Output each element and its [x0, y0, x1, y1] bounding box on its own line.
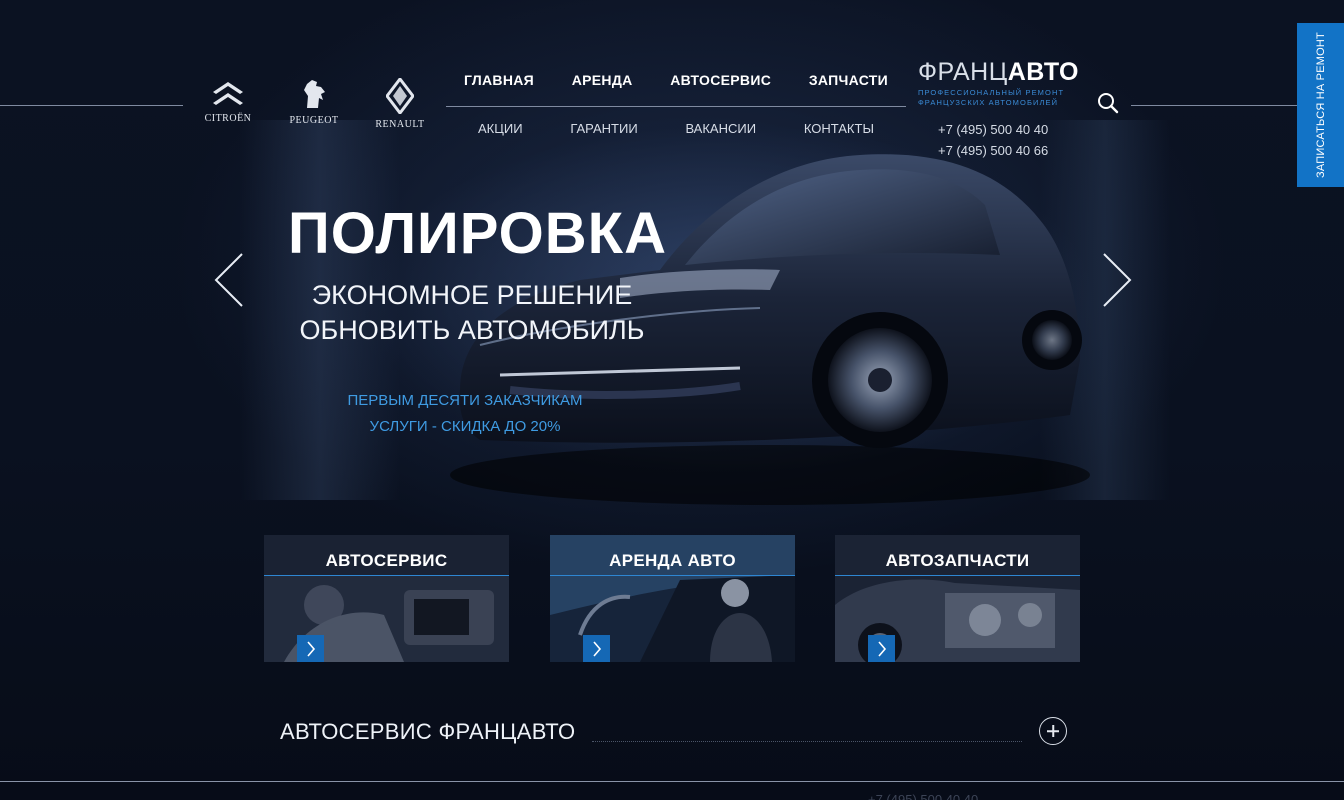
card-arrow-button[interactable]	[297, 635, 324, 662]
card-parts[interactable]: АВТОЗАПЧАСТИ	[835, 535, 1080, 662]
card-rental[interactable]: АРЕНДА АВТО	[550, 535, 795, 662]
main-nav: ГЛАВНАЯ АРЕНДА АВТОСЕРВИС ЗАПЧАСТИ	[446, 72, 906, 88]
hero-subtitle: ЭКОНОМНОЕ РЕШЕНИЕ ОБНОВИТЬ АВТОМОБИЛЬ	[272, 278, 672, 348]
logo-title: ФРАНЦАВТО	[918, 58, 1083, 86]
renault-diamond-icon	[386, 78, 414, 114]
section-title: АВТОСЕРВИС ФРАНЦАВТО	[280, 719, 576, 744]
brand-name: PEUGEOT	[289, 115, 339, 126]
slider-prev-arrow-icon[interactable]	[212, 252, 246, 308]
nav-rental-link[interactable]: АРЕНДА	[572, 72, 633, 88]
logo-title-light: ФРАНЦ	[918, 58, 1008, 86]
card-service[interactable]: АВТОСЕРВИС	[264, 535, 509, 662]
hero-promo-line: УСЛУГИ - СКИДКА ДО 20%	[369, 418, 561, 435]
chevron-right-icon	[306, 640, 315, 657]
card-title: АВТОСЕРВИС	[325, 551, 448, 570]
hero-subtitle-line: ЭКОНОМНОЕ РЕШЕНИЕ	[311, 280, 633, 310]
card-title: АВТОЗАПЧАСТИ	[885, 551, 1030, 570]
hero-subtitle-line: ОБНОВИТЬ АВТОМОБИЛЬ	[299, 315, 645, 345]
search-icon[interactable]	[1097, 92, 1119, 114]
nav-warranty-link[interactable]: ГАРАНТИИ	[570, 121, 637, 136]
peugeot-logo[interactable]: PEUGEOT	[282, 78, 346, 130]
chevron-right-icon	[592, 640, 601, 657]
site-logo[interactable]: ФРАНЦАВТО ПРОФЕССИОНАЛЬНЫЙ РЕМОНТ ФРАНЦУ…	[918, 58, 1083, 108]
brand-name: RENAULT	[375, 119, 425, 130]
footer-divider	[0, 781, 1344, 782]
card-title-rule	[835, 575, 1080, 576]
nav-home-link[interactable]: ГЛАВНАЯ	[464, 72, 534, 88]
chevron-right-icon	[877, 640, 886, 657]
footer-phone-partial: +7 (495) 500 40 40	[868, 792, 979, 800]
nav-parts-link[interactable]: ЗАПЧАСТИ	[809, 72, 888, 88]
renault-logo[interactable]: RENAULT	[368, 78, 432, 130]
hero-promo: ПЕРВЫМ ДЕСЯТИ ЗАКАЗЧИКАМ УСЛУГИ - СКИДКА…	[290, 388, 640, 440]
nav-service-link[interactable]: АВТОСЕРВИС	[670, 72, 771, 88]
hero-promo-line: ПЕРВЫМ ДЕСЯТИ ЗАКАЗЧИКАМ	[347, 392, 583, 409]
nav-contacts-link[interactable]: КОНТАКТЫ	[804, 121, 874, 136]
card-arrow-button[interactable]	[583, 635, 610, 662]
book-repair-label: ЗАПИСАТЬСЯ НА РЕМОНТ	[1314, 32, 1327, 178]
slider-next-arrow-icon[interactable]	[1100, 252, 1134, 308]
nav-jobs-link[interactable]: ВАКАНСИИ	[685, 121, 756, 136]
book-repair-tab[interactable]: ЗАПИСАТЬСЯ НА РЕМОНТ	[1297, 23, 1344, 187]
phone-1[interactable]: +7 (495) 500 40 40	[938, 119, 1048, 140]
card-title-rule	[264, 575, 509, 576]
peugeot-lion-icon	[304, 80, 325, 108]
section-dotted-rule	[592, 741, 1022, 742]
nav-divider	[446, 106, 906, 107]
phone-2[interactable]: +7 (495) 500 40 66	[938, 140, 1048, 161]
logo-title-bold: АВТО	[1007, 58, 1079, 86]
card-title-rule	[550, 575, 795, 576]
citroen-chevron-icon	[213, 82, 243, 105]
nav-promo-link[interactable]: АКЦИИ	[478, 121, 523, 136]
brand-logos: CITROËN PEUGEOT RENAULT	[196, 78, 432, 130]
secondary-nav: АКЦИИ ГАРАНТИИ ВАКАНСИИ КОНТАКТЫ	[446, 121, 906, 136]
logo-tagline: ПРОФЕССИОНАЛЬНЫЙ РЕМОНТ ФРАНЦУЗСКИХ АВТО…	[918, 88, 1065, 107]
brand-name: CITROËN	[204, 113, 252, 124]
citroen-logo[interactable]: CITROËN	[196, 78, 260, 130]
card-arrow-button[interactable]	[868, 635, 895, 662]
card-title: АРЕНДА АВТО	[609, 551, 736, 570]
hero-title: ПОЛИРОВКА	[288, 201, 667, 266]
header-line-left	[0, 105, 183, 106]
expand-plus-icon[interactable]	[1039, 717, 1067, 745]
phone-numbers: +7 (495) 500 40 40 +7 (495) 500 40 66	[938, 119, 1048, 161]
header-line-right	[1131, 105, 1297, 106]
